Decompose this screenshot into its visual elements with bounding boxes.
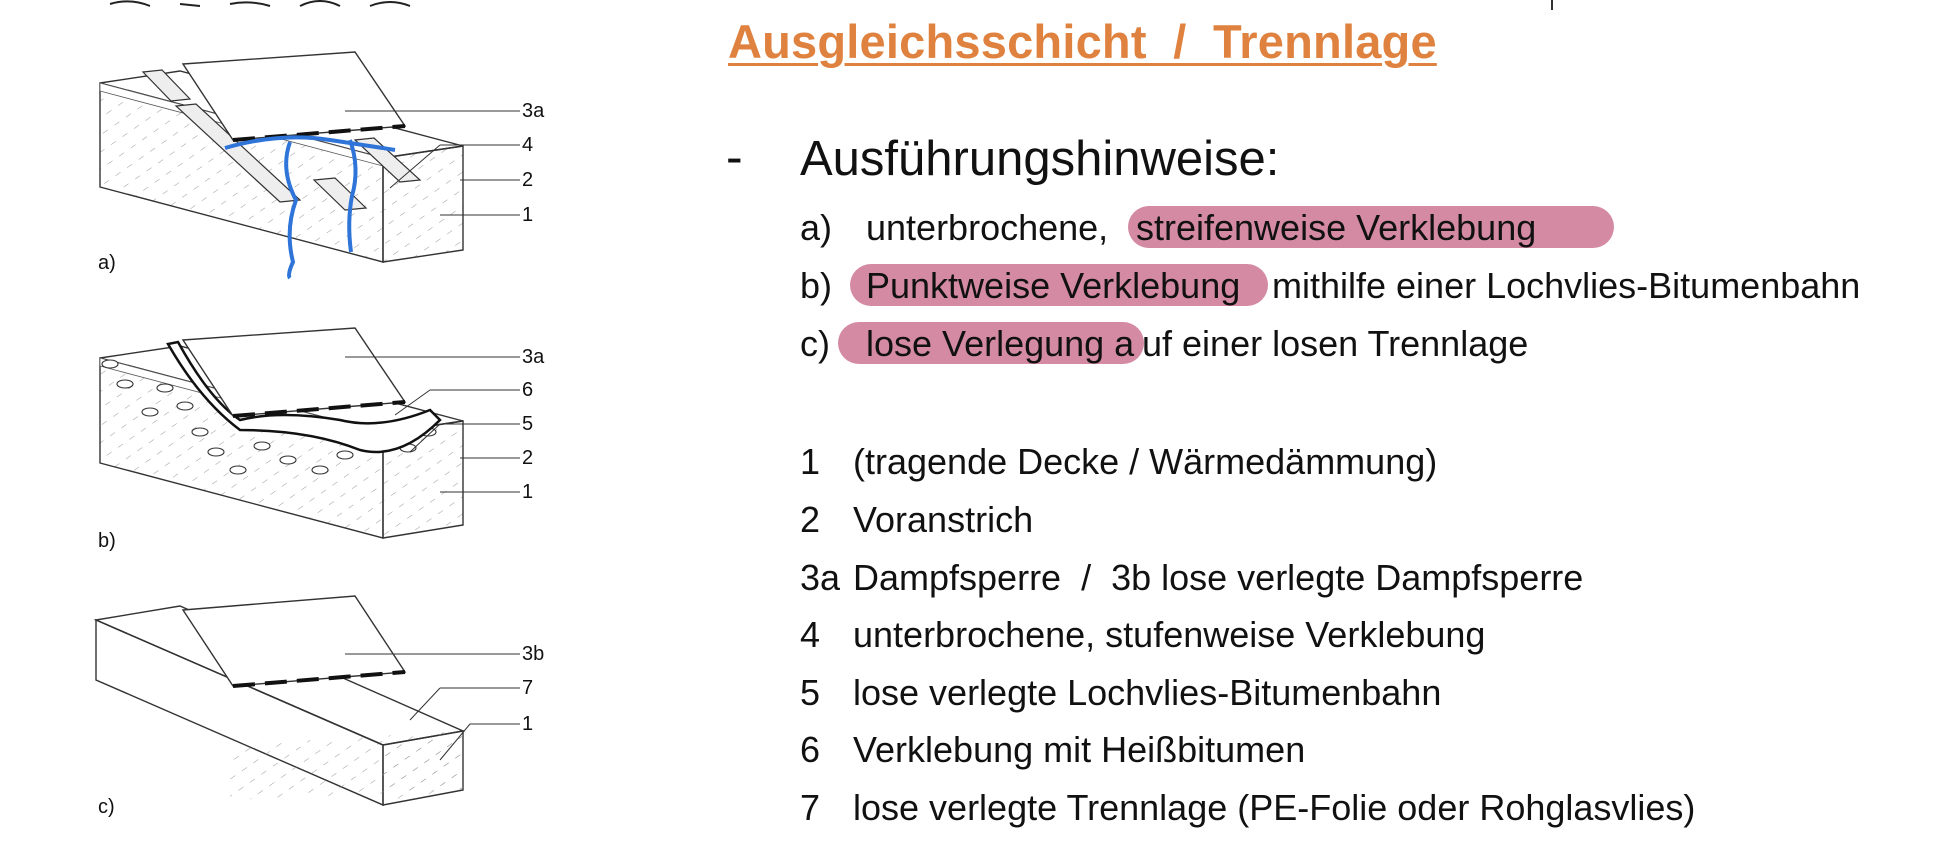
section-heading: Ausführungshinweise: xyxy=(800,132,1280,186)
callout-c-1: 1 xyxy=(522,713,534,735)
figure-label-b: b) xyxy=(98,530,116,552)
callout-b-5: 5 xyxy=(522,413,534,435)
callout-b-3a: 3a xyxy=(522,346,545,368)
top-edge-mark xyxy=(1551,0,1553,10)
figure-label-c: c) xyxy=(98,796,115,818)
callout-b-6: 6 xyxy=(522,379,534,401)
legend-text-2: Voranstrich xyxy=(853,499,1034,540)
item-c-post: uf einer losen Trennlage xyxy=(1142,323,1529,364)
callout-c-7: 7 xyxy=(522,677,534,699)
legend-num-2: 2 xyxy=(800,499,821,540)
bullet-dash: - xyxy=(726,129,743,185)
legend-num-1: 1 xyxy=(800,441,821,482)
item-b-letter: b) xyxy=(800,265,833,306)
item-c-letter: c) xyxy=(800,323,830,364)
legend-num-3a: 3a xyxy=(800,557,841,598)
item-a-letter: a) xyxy=(800,207,833,248)
item-b-post: mithilfe einer Lochvlies-Bitumenbahn xyxy=(1272,265,1861,306)
legend-text-6: Verklebung mit Heißbitumen xyxy=(853,729,1306,770)
legend-text-5: lose verlegte Lochvlies-Bitumenbahn xyxy=(853,672,1442,713)
callout-b-1: 1 xyxy=(522,481,534,503)
handwriting-scribble xyxy=(109,0,411,7)
item-a-highlight: streifenweise Verklebung xyxy=(1136,207,1537,248)
callout-a-3a: 3a xyxy=(522,100,545,122)
item-a-pre: unterbrochene, xyxy=(866,207,1109,248)
legend-text-4: unterbrochene, stufenweise Verklebung xyxy=(853,614,1486,655)
page-title: Ausgleichsschicht / Trennlage xyxy=(728,15,1437,68)
callout-c-3b: 3b xyxy=(522,643,545,665)
diagram-c xyxy=(93,595,520,807)
item-b-highlight: Punktweise Verklebung xyxy=(866,265,1241,306)
callout-a-1: 1 xyxy=(522,204,534,226)
legend-num-5: 5 xyxy=(800,672,821,713)
legend-num-4: 4 xyxy=(800,614,821,655)
diagram-a xyxy=(99,51,520,280)
diagram-b xyxy=(99,327,520,539)
legend-text-1: (tragende Decke / Wärmedämmung) xyxy=(853,441,1438,482)
legend-text-7: lose verlegte Trennlage (PE-Folie oder R… xyxy=(853,787,1696,828)
item-c-highlight: lose Verlegung a xyxy=(866,323,1135,364)
callout-a-2: 2 xyxy=(522,169,534,191)
legend-text-3a: Dampfsperre / 3b lose verlegte Dampfsper… xyxy=(853,557,1584,598)
legend-num-7: 7 xyxy=(800,787,821,828)
figure-label-a: a) xyxy=(98,252,116,274)
layer-diagram-figure xyxy=(93,0,520,807)
callout-b-2: 2 xyxy=(522,447,534,469)
legend-num-6: 6 xyxy=(800,729,821,770)
callout-a-4: 4 xyxy=(522,134,534,156)
